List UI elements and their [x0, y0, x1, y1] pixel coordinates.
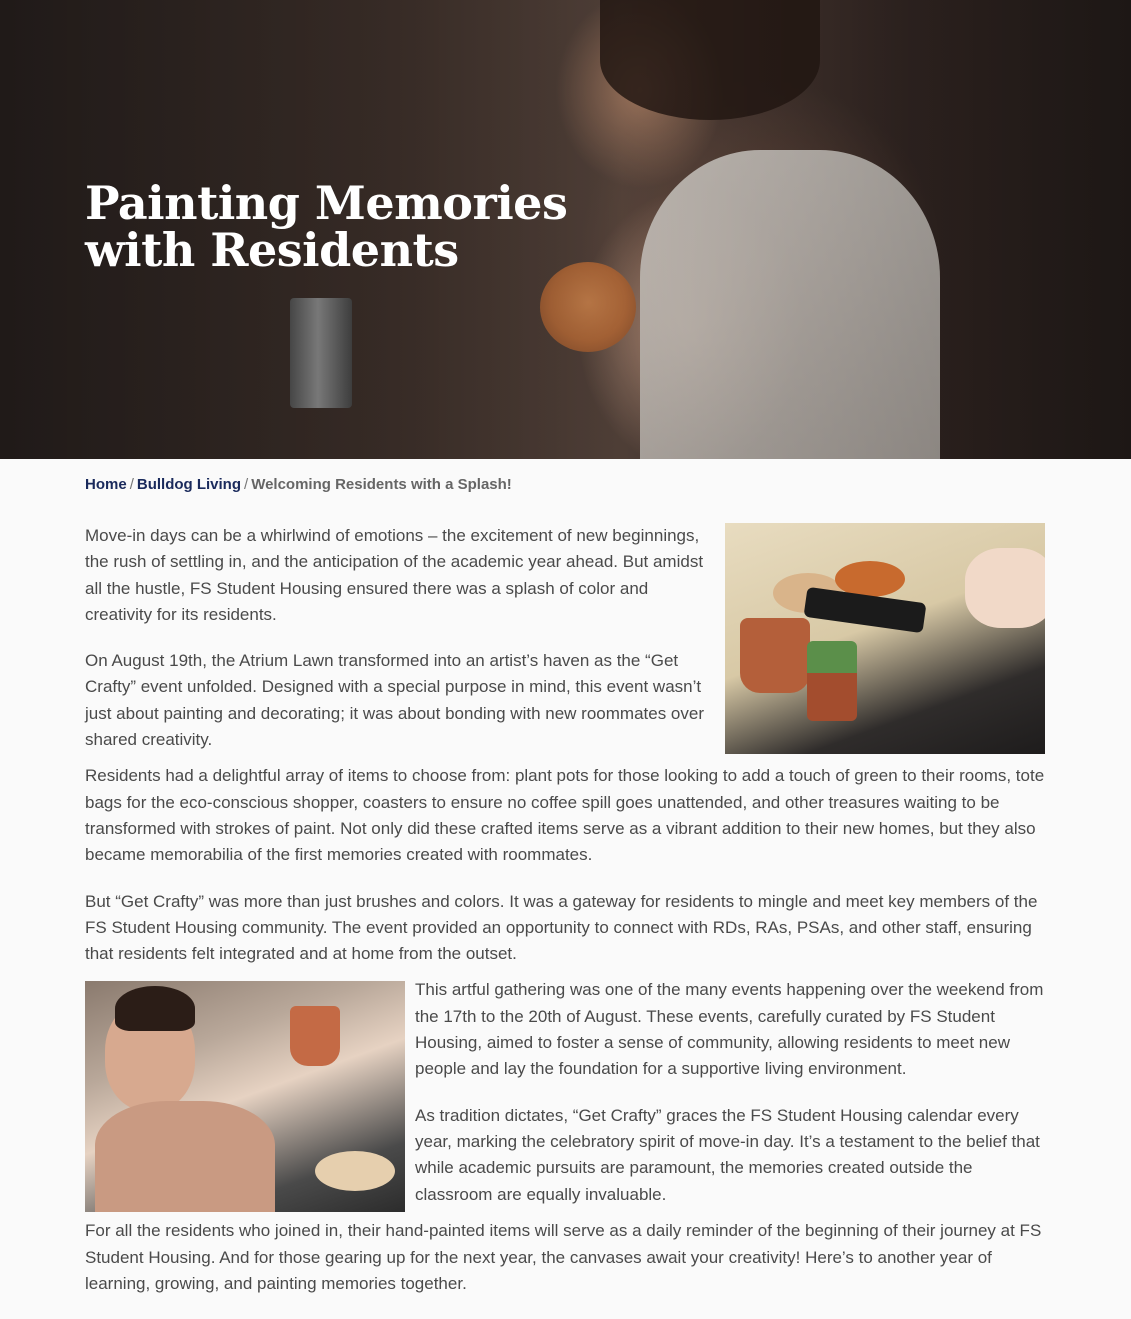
photo-resident-arm — [95, 1101, 275, 1213]
page-title-line1: Painting Memories — [85, 176, 568, 230]
breadcrumb-current-page: Welcoming Residents with a Splash! — [251, 476, 512, 493]
page-title-line2: with Residents — [85, 223, 459, 277]
article-body: Move-in days can be a whirlwind of emoti… — [85, 523, 1045, 1317]
hero-banner: Painting Memories with Residents — [0, 0, 1131, 459]
article-paragraph: Residents had a delightful array of item… — [85, 766, 1045, 865]
article-paragraph: But “Get Crafty” was more than just brus… — [85, 891, 1038, 964]
breadcrumb-separator: / — [244, 476, 249, 493]
article-paragraph: For all the residents who joined in, the… — [85, 1221, 1042, 1294]
photo-hand — [965, 548, 1045, 628]
photo-plant-pot — [740, 618, 810, 693]
crafts-table-photo — [725, 523, 1045, 754]
page-title: Painting Memories with Residents — [85, 180, 645, 274]
breadcrumb: Home / Bulldog Living / Welcoming Residents … — [85, 476, 512, 493]
breadcrumb-home-link[interactable]: Home — [85, 476, 127, 493]
photo-coasters — [315, 1151, 395, 1192]
photo-pot — [290, 1006, 340, 1067]
breadcrumb-bulldog-living-link[interactable]: Bulldog Living — [137, 476, 241, 493]
resident-painting-photo — [85, 981, 405, 1213]
photo-resident-hair — [115, 986, 195, 1032]
breadcrumb-separator: / — [129, 476, 134, 493]
photo-succulent — [807, 641, 857, 721]
